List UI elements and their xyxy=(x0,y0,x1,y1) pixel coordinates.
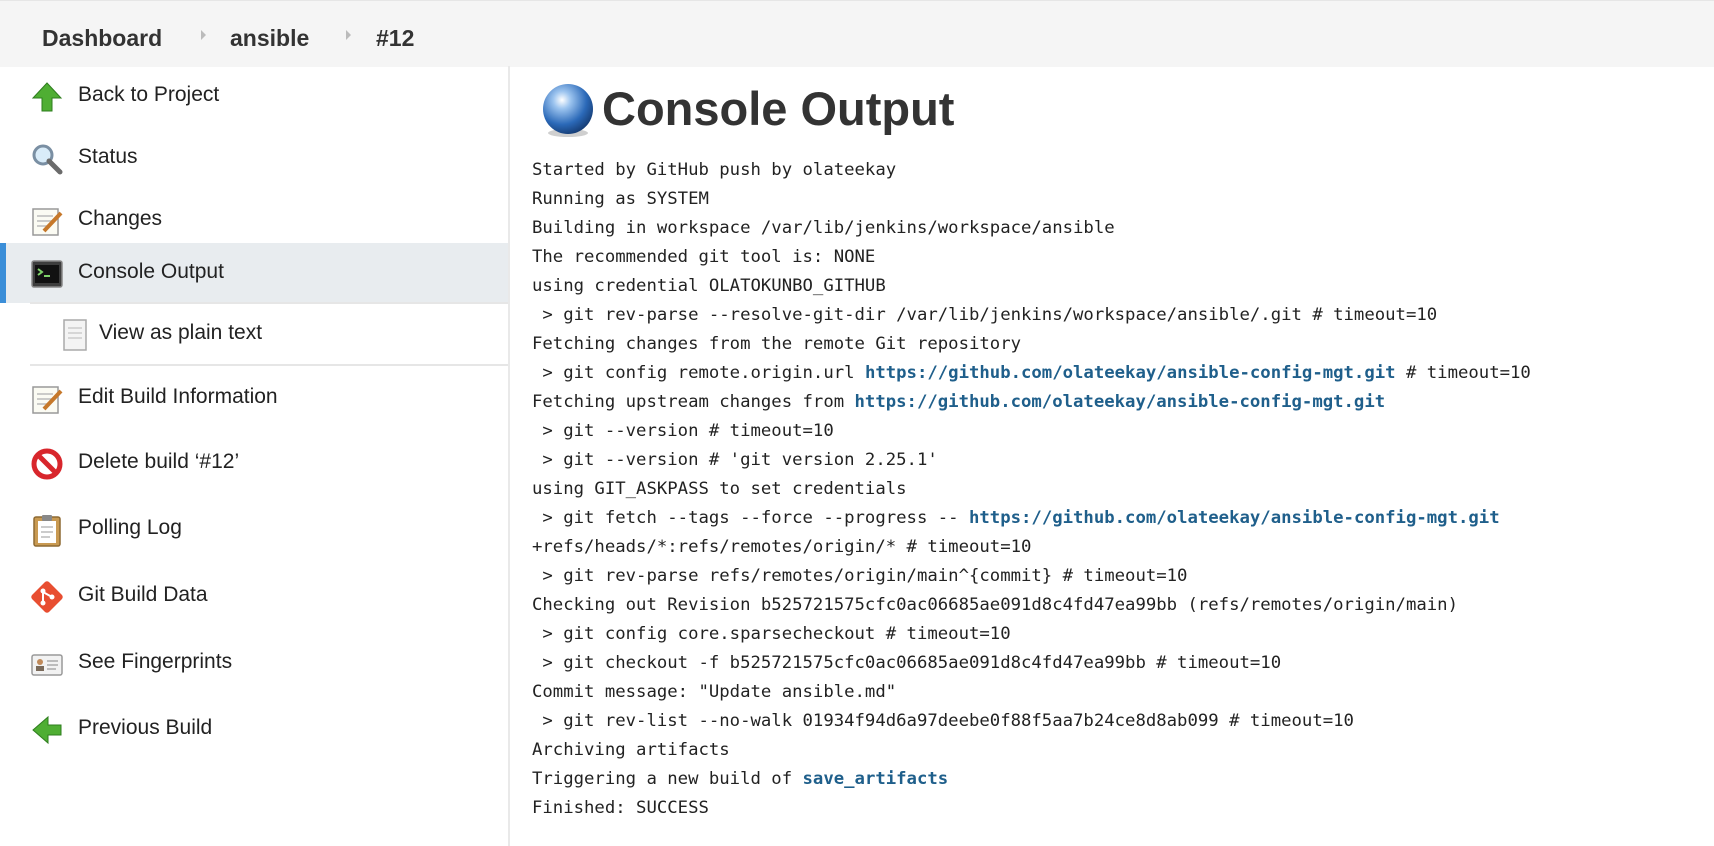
console-line: +refs/heads/*:refs/remotes/origin/* # ti… xyxy=(532,533,1702,562)
console-line: Fetching upstream changes from https://g… xyxy=(532,388,1702,417)
notepad-icon xyxy=(32,208,63,236)
console-text: > git fetch --tags --force --progress -- xyxy=(532,508,969,528)
sidebar-item-label: Console Output xyxy=(78,260,224,283)
breadcrumb: Dashboard ansible #12 xyxy=(0,0,1714,67)
console-line: Building in workspace /var/lib/jenkins/w… xyxy=(532,214,1702,243)
sidebar-item-git-build-data[interactable]: Git Build Data xyxy=(0,566,508,626)
console-line: Triggering a new build of save_artifacts xyxy=(532,765,1702,794)
console-line: Started by GitHub push by olateekay xyxy=(532,156,1702,185)
console-line: > git --version # 'git version 2.25.1' xyxy=(532,446,1702,475)
sidebar-item-label: Git Build Data xyxy=(78,583,208,606)
no-entry-icon xyxy=(31,448,63,480)
console-line: > git rev-list --no-walk 01934f94d6a97de… xyxy=(532,707,1702,736)
console-text: +refs/heads/*:refs/remotes/origin/* # ti… xyxy=(532,537,1032,557)
console-text: > git rev-list --no-walk 01934f94d6a97de… xyxy=(532,711,1354,731)
console-text: Checking out Revision b525721575cfc0ac06… xyxy=(532,595,1458,615)
breadcrumb-separator-icon xyxy=(346,30,351,40)
console-text: Archiving artifacts xyxy=(532,740,730,760)
console-link[interactable]: https://github.com/olateekay/ansible-con… xyxy=(969,508,1500,528)
console-line: > git checkout -f b525721575cfc0ac06685a… xyxy=(532,649,1702,678)
terminal-icon xyxy=(31,260,63,288)
console-line: Fetching changes from the remote Git rep… xyxy=(532,330,1702,359)
console-text: Fetching changes from the remote Git rep… xyxy=(532,334,1021,354)
main-content: Console Output Started by GitHub push by… xyxy=(510,66,1714,846)
console-text: Running as SYSTEM xyxy=(532,189,709,209)
sidebar-item-back-to-project[interactable]: Back to Project xyxy=(0,66,508,126)
console-text: > git config remote.origin.url xyxy=(532,363,865,383)
sidebar-item-see-fingerprints[interactable]: See Fingerprints xyxy=(0,633,508,693)
console-text: # timeout=10 xyxy=(1395,363,1531,383)
console-line: Archiving artifacts xyxy=(532,736,1702,765)
console-text: > git rev-parse --resolve-git-dir /var/l… xyxy=(532,305,1438,325)
breadcrumb-dashboard[interactable]: Dashboard xyxy=(42,25,162,52)
sidebar-item-console-output[interactable]: Console Output xyxy=(0,243,508,303)
console-text: Fetching upstream changes from xyxy=(532,392,855,412)
console-text: using GIT_ASKPASS to set credentials xyxy=(532,479,907,499)
console-output-log: Started by GitHub push by olateekay Runni… xyxy=(532,156,1702,823)
magnifier-icon xyxy=(32,144,63,175)
console-link[interactable]: https://github.com/olateekay/ansible-con… xyxy=(855,392,1386,412)
console-line: The recommended git tool is: NONE xyxy=(532,243,1702,272)
sidebar-item-label: Changes xyxy=(78,207,163,230)
divider xyxy=(30,364,508,366)
console-line: > git rev-parse --resolve-git-dir /var/l… xyxy=(532,301,1702,330)
sidebar-item-label: See Fingerprints xyxy=(78,650,233,673)
sidebar-item-label: Status xyxy=(78,145,138,168)
console-line: using credential OLATOKUNBO_GITHUB xyxy=(532,272,1702,301)
console-text: > git rev-parse refs/remotes/origin/main… xyxy=(532,566,1188,586)
console-text: using credential OLATOKUNBO_GITHUB xyxy=(532,276,886,296)
console-text: > git --version # timeout=10 xyxy=(532,421,834,441)
console-text: > git config core.sparsecheckout # timeo… xyxy=(532,624,1011,644)
console-text: > git --version # 'git version 2.25.1' xyxy=(532,450,938,470)
breadcrumb-separator-icon xyxy=(201,30,206,40)
sidebar-item-label: Back to Project xyxy=(78,83,220,106)
console-line: > git config core.sparsecheckout # timeo… xyxy=(532,620,1702,649)
console-line: Checking out Revision b525721575cfc0ac06… xyxy=(532,591,1702,620)
breadcrumb-ansible[interactable]: ansible xyxy=(230,25,309,52)
sidebar-item-view-as-plain-text[interactable]: View as plain text xyxy=(30,304,508,364)
left-arrow-icon xyxy=(32,715,62,745)
sidebar-item-changes[interactable]: Changes xyxy=(0,190,508,250)
sidebar-item-label: Edit Build Information xyxy=(78,385,278,408)
id-card-icon xyxy=(31,654,63,676)
console-line: Commit message: "Update ansible.md" xyxy=(532,678,1702,707)
notepad-icon xyxy=(32,386,63,414)
clipboard-icon xyxy=(33,515,61,547)
sidebar-item-label: Polling Log xyxy=(78,516,182,539)
sidebar-item-previous-build[interactable]: Previous Build xyxy=(0,699,508,759)
console-text: Triggering a new build of xyxy=(532,769,803,789)
console-line: > git fetch --tags --force --progress --… xyxy=(532,504,1702,533)
breadcrumb-build-12[interactable]: #12 xyxy=(376,25,414,52)
console-line: > git --version # timeout=10 xyxy=(532,417,1702,446)
sidebar-item-label: View as plain text xyxy=(99,321,263,344)
console-line: Running as SYSTEM xyxy=(532,185,1702,214)
sidebar-item-polling-log[interactable]: Polling Log xyxy=(0,499,508,559)
console-text: > git checkout -f b525721575cfc0ac06685a… xyxy=(532,653,1282,673)
console-line: > git config remote.origin.url https://g… xyxy=(532,359,1702,388)
sidebar-item-status[interactable]: Status xyxy=(0,128,508,188)
console-line: Finished: SUCCESS xyxy=(532,794,1702,823)
document-icon xyxy=(63,319,87,351)
console-text: Commit message: "Update ansible.md" xyxy=(532,682,897,702)
console-link[interactable]: save_artifacts xyxy=(803,769,949,789)
git-icon xyxy=(31,581,63,613)
console-text: The recommended git tool is: NONE xyxy=(532,247,876,267)
sidebar: Back to Project Status Changes Console O… xyxy=(0,66,510,846)
console-line: using GIT_ASKPASS to set credentials xyxy=(532,475,1702,504)
console-text: Building in workspace /var/lib/jenkins/w… xyxy=(532,218,1115,238)
sidebar-item-label: Delete build ‘#12’ xyxy=(78,450,240,473)
sidebar-item-label: Previous Build xyxy=(78,716,213,739)
console-link[interactable]: https://github.com/olateekay/ansible-con… xyxy=(865,363,1396,383)
console-text: Started by GitHub push by olateekay xyxy=(532,160,897,180)
console-line: > git rev-parse refs/remotes/origin/main… xyxy=(532,562,1702,591)
console-text: Finished: SUCCESS xyxy=(532,798,709,818)
up-arrow-icon xyxy=(31,82,63,112)
page-title: Console Output xyxy=(602,82,955,135)
sidebar-item-delete-build[interactable]: Delete build ‘#12’ xyxy=(0,433,508,493)
sidebar-item-edit-build-information[interactable]: Edit Build Information xyxy=(0,368,508,428)
blue-ball-icon xyxy=(543,84,593,137)
